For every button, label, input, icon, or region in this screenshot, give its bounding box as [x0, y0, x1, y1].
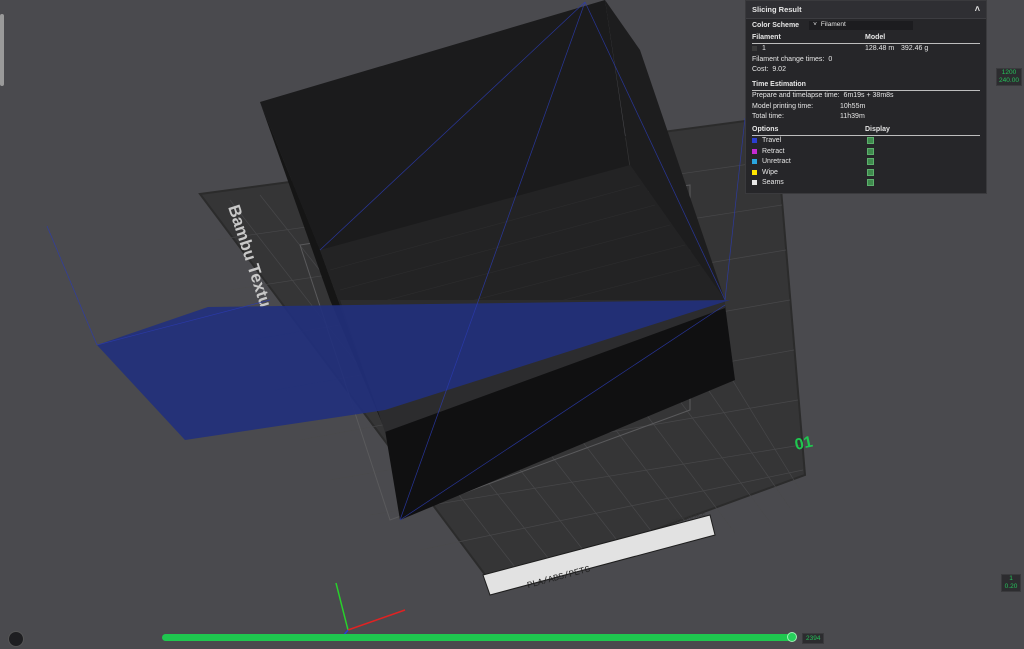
time-estimation-title: Time Estimation	[752, 80, 806, 88]
layer-top-height: 240.00	[999, 77, 1019, 84]
layer-bottom-height: 0.20	[1004, 583, 1018, 590]
panel-title: Slicing Result	[752, 4, 802, 14]
slicing-result-panel: Slicing Result ˄ Color Scheme ˅ Filament…	[745, 0, 987, 194]
option-color-swatch	[752, 159, 757, 165]
option-row-travel: Travel	[746, 136, 986, 147]
prepare-label: Prepare and timelapse time:	[752, 92, 840, 100]
filament-swatch	[752, 46, 757, 52]
option-display-checkbox[interactable]	[867, 158, 874, 166]
x-axis	[347, 609, 406, 631]
filament-weight: 392.46 g	[901, 45, 929, 53]
layer-bottom-number: 1	[1009, 575, 1013, 582]
option-row-seams: Seams	[746, 178, 986, 189]
change-times-label: Filament change times:	[752, 55, 825, 63]
total-time-label: Total time:	[752, 113, 784, 121]
prepare-value: 6m19s + 38m8s	[843, 92, 894, 100]
option-color-swatch	[752, 169, 757, 175]
option-display-checkbox[interactable]	[867, 137, 874, 145]
move-slider-handle[interactable]	[787, 632, 797, 642]
option-color-swatch	[752, 148, 757, 154]
options-list: Travel Retract Unretract Wipe Seams	[746, 136, 986, 189]
layer-bottom-indicator[interactable]: 1 0.20	[1001, 574, 1021, 592]
change-times-value: 0	[828, 55, 833, 63]
layer-top-indicator[interactable]: 1200 240.00	[996, 68, 1022, 86]
display-header: Display	[865, 125, 890, 133]
move-slider-value: 2394	[802, 633, 825, 644]
camera-icon[interactable]	[8, 631, 24, 647]
filament-length: 128.48 m	[865, 45, 895, 53]
z-axis	[335, 582, 349, 631]
color-scheme-select[interactable]: ˅ Filament	[809, 21, 914, 30]
option-display-checkbox[interactable]	[867, 179, 874, 187]
option-row-unretract: Unretract	[746, 157, 986, 168]
chevron-down-icon: ˅	[813, 21, 817, 29]
cost-label: Cost:	[752, 66, 769, 74]
options-header: Options	[752, 125, 779, 133]
color-scheme-value: Filament	[820, 21, 846, 29]
option-row-retract: Retract	[746, 146, 986, 157]
chevron-up-icon[interactable]: ˄	[975, 5, 980, 14]
option-label: Wipe	[762, 168, 778, 176]
option-label: Seams	[762, 179, 784, 187]
color-scheme-label: Color Scheme	[752, 22, 800, 29]
option-display-checkbox[interactable]	[867, 168, 874, 176]
option-label: Unretract	[762, 158, 791, 166]
total-time-value: 11h39m	[840, 113, 865, 121]
filament-header: Filament	[752, 33, 781, 41]
left-scrollbar[interactable]	[0, 14, 4, 86]
option-label: Travel	[762, 137, 782, 145]
model-time-value: 10h55m	[840, 102, 866, 110]
filament-id: 1	[762, 45, 766, 53]
option-color-swatch	[752, 138, 757, 144]
plate-number: 01	[793, 434, 814, 454]
option-label: Retract	[762, 147, 785, 155]
cost-value: 9.02	[772, 66, 786, 74]
model-time-label: Model printing time:	[752, 102, 814, 110]
model-header: Model	[865, 33, 886, 41]
layer-top-number: 1200	[1001, 69, 1017, 76]
option-color-swatch	[752, 180, 757, 186]
option-row-wipe: Wipe	[746, 167, 986, 178]
move-slider-track[interactable]	[162, 634, 794, 641]
option-display-checkbox[interactable]	[867, 147, 874, 155]
